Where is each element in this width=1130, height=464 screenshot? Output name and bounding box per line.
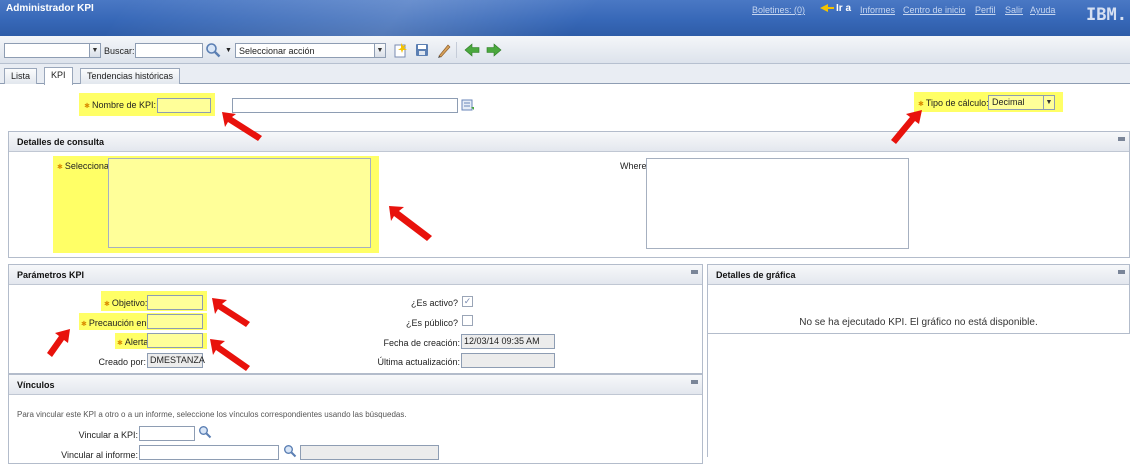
annotation-arrow-icon (389, 206, 432, 241)
annotation-arrow-icon (222, 112, 262, 141)
annotation-arrow-icon (212, 298, 250, 327)
annotation-arrows (47, 110, 922, 371)
annotation-arrow-icon (47, 329, 70, 357)
annotation-arrow-icon (891, 110, 922, 144)
annotation-arrow-icon (210, 339, 250, 371)
